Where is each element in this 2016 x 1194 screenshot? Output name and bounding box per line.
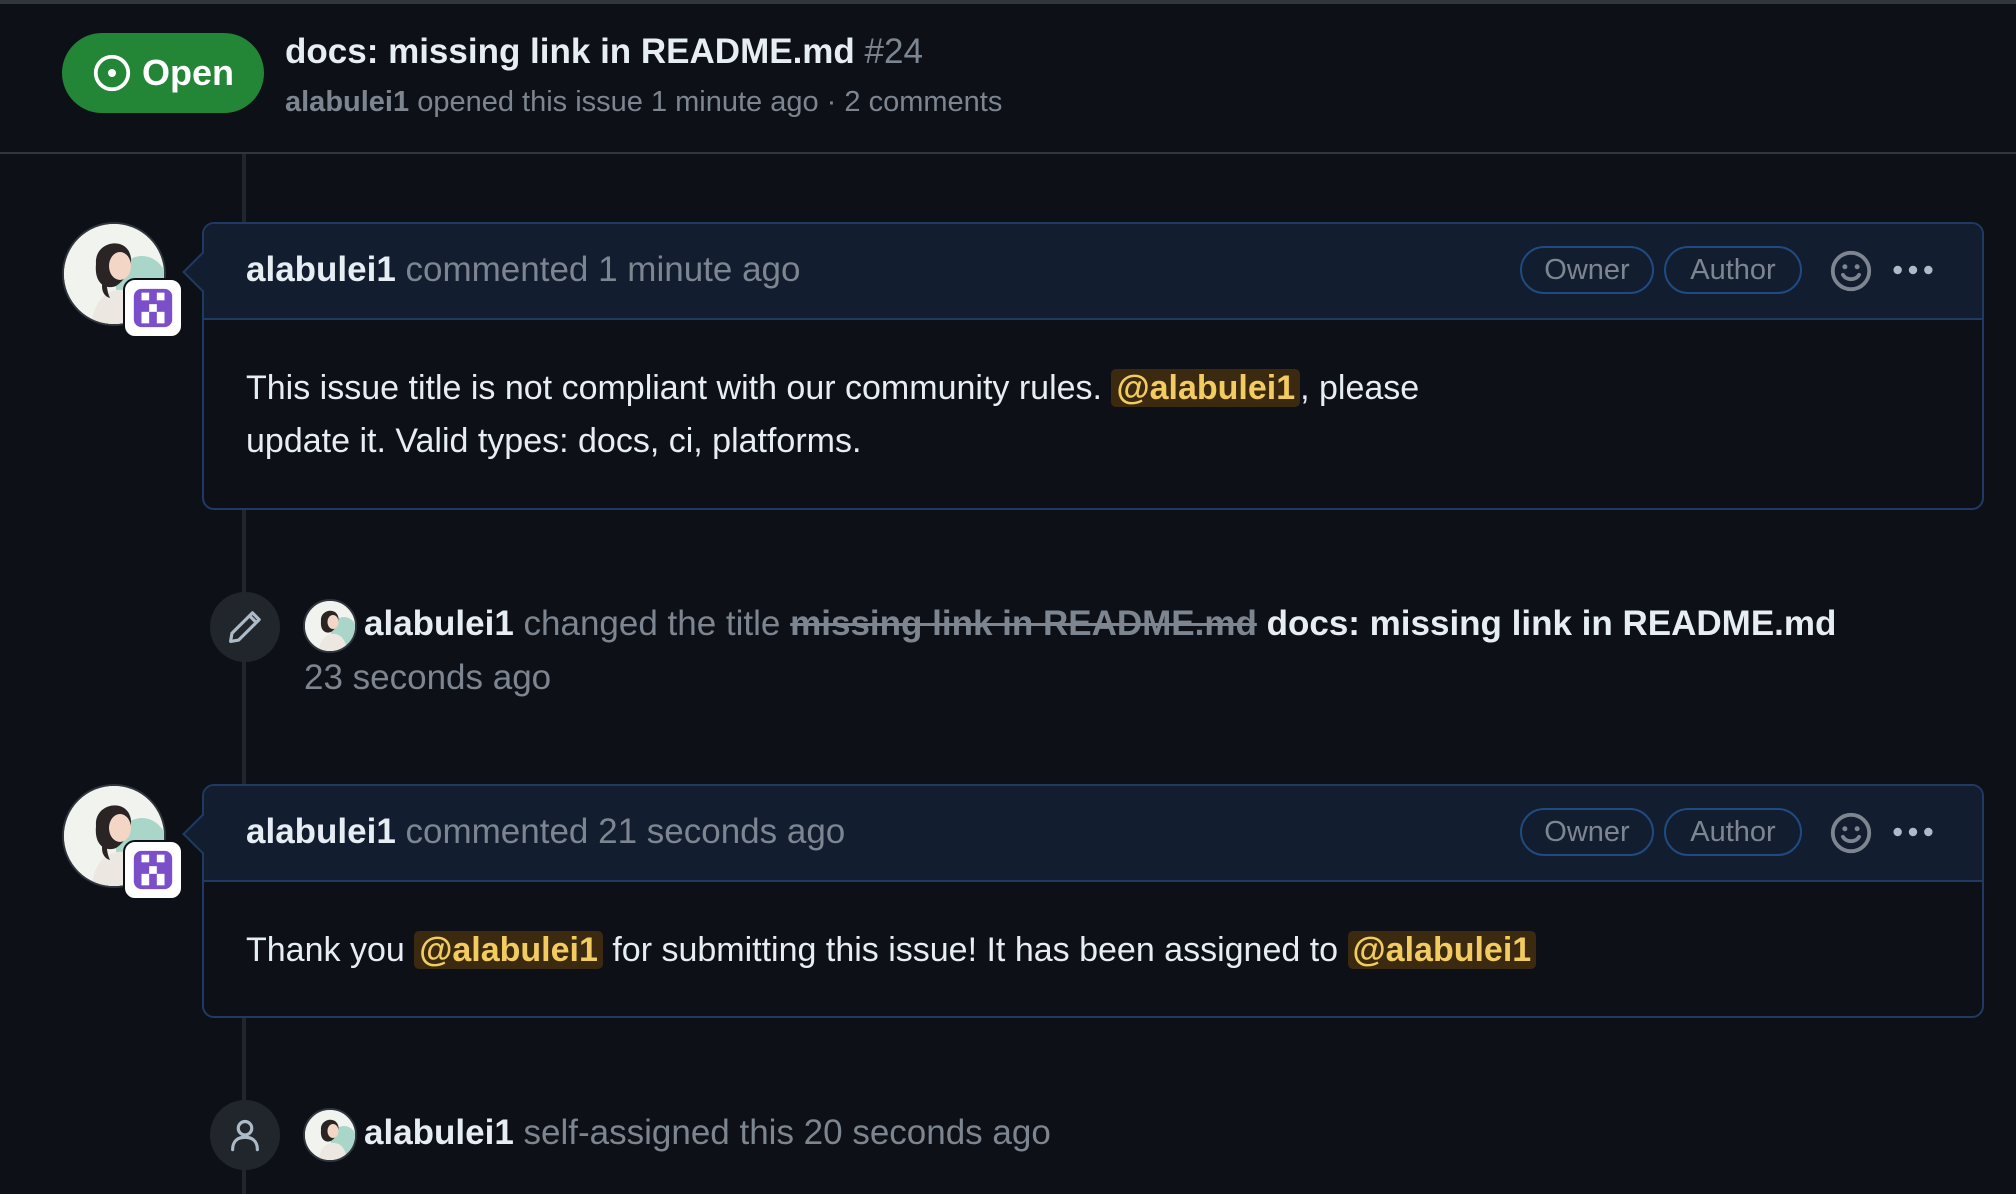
issue-page: Open docs: missing link in README.md #24… <box>0 0 2016 1194</box>
user-mention[interactable]: @alabulei1 <box>414 931 603 969</box>
bot-pixel-icon <box>133 288 173 328</box>
issue-meta: alabulei1 opened this issue 1 minute ago… <box>285 86 1002 119</box>
comment-body-text: Thank you <box>246 931 415 969</box>
comment-caret <box>182 252 222 292</box>
comment-body-text: for submitting this issue! It has been a… <box>602 931 1348 969</box>
pencil-icon <box>229 611 261 643</box>
avatar-illustration-icon <box>305 1110 355 1160</box>
issue-title: docs: missing link in README.md #24 <box>285 32 923 72</box>
new-title-text: docs: missing link in README.md <box>1266 604 1837 643</box>
event-title-change: alabulei1 changed the title missing link… <box>364 597 1836 651</box>
bot-pixel-icon <box>133 850 173 890</box>
author-badge: Author <box>1664 808 1802 856</box>
comment-box: alabulei1 commented 1 minute ago Owner A… <box>182 222 1984 510</box>
old-title-text: missing link in README.md <box>790 604 1257 643</box>
owner-badge: Owner <box>1520 808 1654 856</box>
event-timestamp[interactable]: 23 seconds ago <box>304 658 551 697</box>
comment-timestamp[interactable]: commented 21 seconds ago <box>406 812 846 851</box>
event-author-link[interactable]: alabulei1 <box>364 604 514 643</box>
bot-badge <box>123 278 183 338</box>
user-mention[interactable]: @alabulei1 <box>1111 369 1301 407</box>
event-action-text: changed the title <box>523 604 781 643</box>
comment-timestamp[interactable]: commented 1 minute ago <box>406 250 801 289</box>
comment-box: alabulei1 commented 21 seconds ago Owner… <box>182 784 1984 1018</box>
comment-body: This issue title is not compliant with o… <box>204 320 1548 508</box>
event-time: 23 seconds ago <box>304 651 551 705</box>
issue-header: Open docs: missing link in README.md #24… <box>0 4 2016 154</box>
add-reaction-icon[interactable] <box>1828 810 1874 856</box>
avatar-illustration-icon <box>305 601 355 651</box>
issue-state-label: Open <box>141 52 234 93</box>
comment-header: alabulei1 commented 1 minute ago Owner A… <box>182 224 1982 320</box>
issue-author-link[interactable]: alabulei1 <box>285 86 409 118</box>
event-icon-badge <box>210 1100 280 1170</box>
event-author-avatar[interactable] <box>303 1108 357 1162</box>
comment-head-text: alabulei1 commented 1 minute ago <box>246 250 800 290</box>
bot-badge <box>123 840 183 900</box>
user-mention[interactable]: @alabulei1 <box>1347 931 1537 969</box>
issue-title-text: docs: missing link in README.md <box>285 32 855 71</box>
comment-body-text: This issue title is not compliant with o… <box>246 369 1112 407</box>
issue-opened-text: opened this issue 1 minute ago · 2 comme… <box>417 86 1003 118</box>
add-reaction-icon[interactable] <box>1828 248 1874 294</box>
comment-author-link[interactable]: alabulei1 <box>246 812 396 851</box>
issue-number: #24 <box>864 32 923 71</box>
event-author-link[interactable]: alabulei1 <box>364 1113 514 1152</box>
event-self-assigned: alabulei1 self-assigned this 20 seconds … <box>364 1106 1051 1160</box>
issue-open-icon <box>93 54 131 92</box>
more-options-icon[interactable] <box>1890 250 1936 290</box>
comment-body: Thank you @alabulei1 for submitting this… <box>204 882 1982 1017</box>
author-badge: Author <box>1664 246 1802 294</box>
comment-author-link[interactable]: alabulei1 <box>246 250 396 289</box>
event-author-avatar[interactable] <box>303 599 357 653</box>
comment-header: alabulei1 commented 21 seconds ago Owner… <box>182 786 1982 882</box>
comment-caret <box>182 814 222 854</box>
owner-badge: Owner <box>1520 246 1654 294</box>
issue-state-badge: Open <box>62 33 264 113</box>
person-icon <box>231 1119 259 1152</box>
comment-head-text: alabulei1 commented 21 seconds ago <box>246 812 845 852</box>
more-options-icon[interactable] <box>1890 812 1936 852</box>
event-icon-badge <box>210 592 280 662</box>
event-action-text: self-assigned this 20 seconds ago <box>523 1113 1051 1152</box>
